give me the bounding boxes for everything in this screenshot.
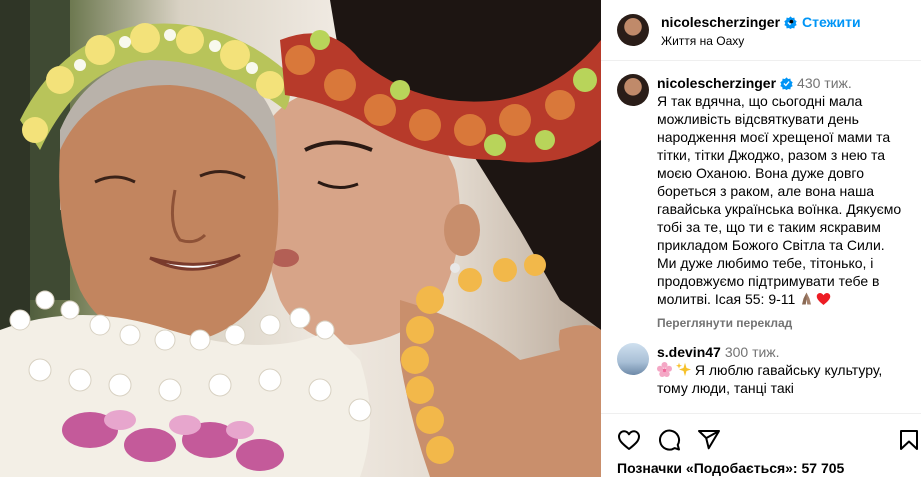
comments-section: nicolescherzinger 430 тиж. Я так вдячна, … — [601, 62, 921, 412]
caption-body: nicolescherzinger 430 тиж. Я так вдячна, … — [657, 74, 905, 332]
heart-outline-icon[interactable] — [617, 428, 641, 452]
caption-age[interactable]: 430 тиж. — [797, 75, 852, 91]
comment-text-line: Я люблю гавайську культуру, тому люди, т… — [657, 362, 883, 396]
comment-body: s.devin47 300 тиж. Я люблю гавайську куль… — [657, 343, 905, 397]
post-details-panel: nicolescherzinger • Стежити Життя на Оах… — [601, 0, 921, 477]
bookmark-icon[interactable] — [897, 428, 921, 452]
caption-author-username[interactable]: nicolescherzinger — [657, 75, 793, 91]
header-separator: • — [789, 13, 794, 29]
caption-text: Я так вдячна, що сьогодні мала можливіст… — [657, 93, 902, 307]
post-actions-bar: Позначки «Подобається»: 57 705 — [601, 413, 921, 477]
verified-badge-icon — [780, 77, 793, 90]
author-avatar[interactable] — [617, 14, 649, 46]
cherry-blossom-icon — [657, 362, 672, 377]
commenter-avatar[interactable] — [617, 343, 649, 375]
follow-button[interactable]: Стежити — [802, 14, 861, 30]
post-location[interactable]: Життя на Оаху — [661, 34, 744, 48]
post-photo[interactable] — [0, 0, 601, 477]
pray-icon — [802, 292, 812, 305]
see-translation-link[interactable]: Переглянути переклад — [657, 314, 905, 332]
comment-icon[interactable] — [657, 428, 681, 452]
share-icon[interactable] — [697, 428, 721, 452]
caption-author-avatar[interactable] — [617, 74, 649, 106]
likes-count[interactable]: Позначки «Подобається»: 57 705 — [617, 460, 844, 476]
commenter-username[interactable]: s.devin47 — [657, 344, 721, 360]
heart-icon — [817, 293, 831, 305]
comment-age[interactable]: 300 тиж. — [725, 344, 780, 360]
photo-illustration — [0, 0, 601, 477]
sparkles-icon — [676, 362, 691, 377]
post-header: nicolescherzinger • Стежити Життя на Оах… — [601, 0, 921, 61]
author-username[interactable]: nicolescherzinger — [661, 14, 797, 30]
